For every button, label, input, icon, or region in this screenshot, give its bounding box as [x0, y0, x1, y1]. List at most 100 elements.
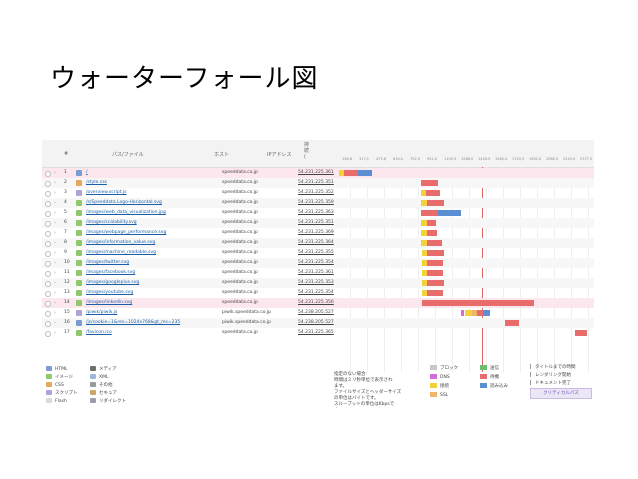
timing-bar-wait[interactable]: [427, 260, 443, 266]
row-path-link[interactable]: /images/linkedin.svg: [86, 300, 132, 306]
timing-bar-wait[interactable]: [427, 270, 443, 276]
header-host[interactable]: ホスト: [214, 151, 229, 158]
row-ip[interactable]: 54.231.225.354: [298, 260, 334, 266]
row-select-radio[interactable]: [45, 231, 51, 237]
timing-bar-receive[interactable]: [438, 210, 462, 216]
table-row[interactable]: › 6/images/scalability.svg speeddata.co.jp…: [42, 218, 594, 228]
row-ip[interactable]: 54.231.225.365: [298, 330, 334, 336]
row-path-link[interactable]: /s/Speeddata.Logo-Horizontal.svg: [86, 200, 162, 206]
timing-bar-wait[interactable]: [421, 180, 438, 186]
timing-bar-wait[interactable]: [426, 230, 437, 236]
table-row[interactable]: › 17/favicon.ico speeddata.co.jp 54.231.225…: [42, 328, 594, 338]
timing-bar-wait[interactable]: [427, 290, 443, 296]
expand-chevron-icon[interactable]: ›: [54, 230, 56, 236]
row-select-radio[interactable]: [45, 241, 51, 247]
expand-chevron-icon[interactable]: ›: [54, 250, 56, 256]
table-row[interactable]: › 9/images/machine_readable.svg speeddata.…: [42, 248, 594, 258]
timing-bar-wait[interactable]: [426, 200, 444, 206]
expand-chevron-icon[interactable]: ›: [54, 270, 56, 276]
row-select-radio[interactable]: [45, 261, 51, 267]
expand-chevron-icon[interactable]: ›: [54, 310, 56, 316]
row-path-link[interactable]: /overview.script.js: [86, 190, 127, 196]
table-row[interactable]: › 3/overview.script.js speeddata.co.jp 54.2…: [42, 188, 594, 198]
expand-chevron-icon[interactable]: ›: [54, 190, 56, 196]
row-select-radio[interactable]: [45, 311, 51, 317]
row-path-link[interactable]: /images/machine_readable.svg: [86, 250, 156, 256]
expand-chevron-icon[interactable]: ›: [54, 240, 56, 246]
row-select-radio[interactable]: [45, 331, 51, 337]
timing-bar-wait[interactable]: [574, 330, 588, 336]
table-row[interactable]: › 14/images/linkedin.svg speeddata.co.jp 54…: [42, 298, 594, 308]
row-ip[interactable]: 54.231.225.354: [298, 290, 334, 296]
timing-bar-wait[interactable]: [421, 210, 439, 216]
row-select-radio[interactable]: [45, 211, 51, 217]
row-ip[interactable]: 54.231.225.352: [298, 190, 334, 196]
header-duration[interactable]: 持 続 (: [304, 142, 309, 160]
timing-bar-wait[interactable]: [427, 280, 445, 286]
table-row[interactable]: › 4/s/Speeddata.Logo-Horizontal.svg speedd…: [42, 198, 594, 208]
row-ip[interactable]: 54.231.225.355: [298, 250, 334, 256]
timing-bar-wait[interactable]: [505, 320, 520, 326]
row-path-link[interactable]: /images/web_data_visualization.jpg: [86, 210, 166, 216]
row-ip[interactable]: 54.231.225.369: [298, 230, 334, 236]
expand-chevron-icon[interactable]: ›: [54, 300, 56, 306]
row-select-radio[interactable]: [45, 181, 51, 187]
row-path-link[interactable]: /piwik/piwik.js: [86, 310, 117, 316]
table-row[interactable]: › 2/style.css speeddata.co.jp 54.231.225.35…: [42, 178, 594, 188]
timing-bar-wait[interactable]: [426, 190, 440, 196]
row-ip[interactable]: 54.231.225.356: [298, 300, 334, 306]
expand-chevron-icon[interactable]: ›: [54, 280, 56, 286]
row-ip[interactable]: 54.238.205.527: [298, 310, 334, 316]
row-path-link[interactable]: /images/youtube.svg: [86, 290, 133, 296]
row-ip[interactable]: 54.231.225.351: [298, 180, 334, 186]
row-select-radio[interactable]: [45, 201, 51, 207]
row-ip[interactable]: 54.231.225.353: [298, 280, 334, 286]
row-ip[interactable]: 54.231.225.361: [298, 270, 334, 276]
table-row[interactable]: › 15/piwik/piwik.js piwik.speeddata.co.jp 5…: [42, 308, 594, 318]
row-select-radio[interactable]: [45, 291, 51, 297]
row-path-link[interactable]: /images/information_value.svg: [86, 240, 155, 246]
row-select-radio[interactable]: [45, 171, 51, 177]
expand-chevron-icon[interactable]: ›: [54, 330, 56, 336]
header-ip[interactable]: IPアドレス: [267, 151, 292, 158]
row-ip[interactable]: 54.231.225.359: [298, 200, 334, 206]
row-path-link[interactable]: /js/cookie=1&res=1024x768&gt_ms=235: [86, 320, 180, 326]
row-select-radio[interactable]: [45, 221, 51, 227]
row-ip[interactable]: 54.231.225.364: [298, 240, 334, 246]
row-select-radio[interactable]: [45, 321, 51, 327]
timing-bar-wait[interactable]: [344, 170, 359, 176]
row-select-radio[interactable]: [45, 281, 51, 287]
row-path-link[interactable]: /images/scalability.svg: [86, 220, 137, 226]
row-select-radio[interactable]: [45, 301, 51, 307]
timing-bar-receive[interactable]: [358, 170, 373, 176]
row-path-link[interactable]: /images/googleplus.svg: [86, 280, 139, 286]
expand-chevron-icon[interactable]: ›: [54, 220, 56, 226]
row-ip[interactable]: 54.231.225.351: [298, 220, 334, 226]
critical-path-button[interactable]: クリティカルパス: [530, 388, 592, 399]
table-row[interactable]: › 1 / speeddata.co.jp 54.231.225.361: [42, 168, 594, 178]
header-path[interactable]: パス/ファイル: [112, 151, 144, 158]
row-path-link[interactable]: /style.css: [86, 180, 107, 186]
expand-chevron-icon[interactable]: ›: [54, 180, 56, 186]
table-row[interactable]: › 12/images/googleplus.svg speeddata.co.jp…: [42, 278, 594, 288]
row-ip[interactable]: 54.238.205.527: [298, 320, 334, 326]
expand-chevron-icon[interactable]: ›: [54, 320, 56, 326]
row-select-radio[interactable]: [45, 251, 51, 257]
timing-bar-wait[interactable]: [427, 250, 444, 256]
row-ip[interactable]: 54.231.225.363: [298, 210, 334, 216]
row-path-link[interactable]: /images/twitter.svg: [86, 260, 129, 266]
expand-chevron-icon[interactable]: ›: [54, 200, 56, 206]
row-path-link[interactable]: /: [86, 170, 88, 176]
row-ip[interactable]: 54.231.225.361: [298, 170, 334, 176]
row-select-radio[interactable]: [45, 271, 51, 277]
timing-bar-wait[interactable]: [426, 240, 442, 246]
table-row[interactable]: › 7/images/webpage_performance.svg speedda…: [42, 228, 594, 238]
expand-chevron-icon[interactable]: ›: [54, 210, 56, 216]
row-select-radio[interactable]: [45, 191, 51, 197]
table-row[interactable]: › 10/images/twitter.svg speeddata.co.jp 54.…: [42, 258, 594, 268]
table-row[interactable]: › 8/images/information_value.svg speeddata…: [42, 238, 594, 248]
timing-bar-wait[interactable]: [422, 300, 534, 306]
timing-bar-connect[interactable]: [464, 310, 472, 316]
row-path-link[interactable]: /favicon.ico: [86, 330, 112, 336]
table-row[interactable]: › 13/images/youtube.svg speeddata.co.jp 54.…: [42, 288, 594, 298]
